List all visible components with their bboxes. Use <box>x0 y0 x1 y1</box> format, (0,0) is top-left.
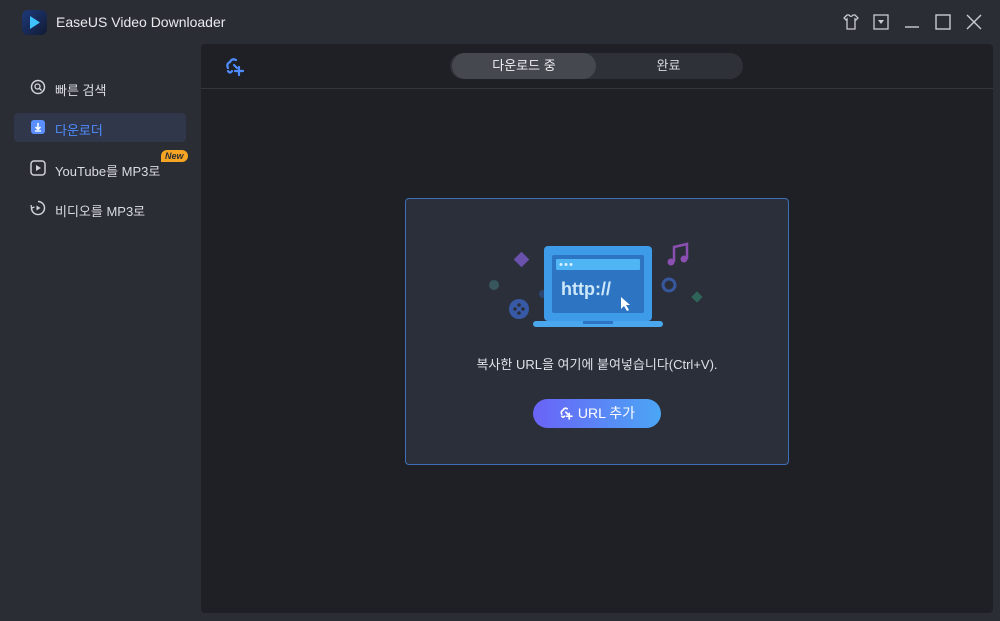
search-icon <box>30 79 46 95</box>
add-url-button[interactable]: URL 추가 <box>533 399 661 428</box>
new-badge: New <box>161 150 188 162</box>
small-diamond-icon <box>691 291 703 303</box>
downloader-icon <box>31 120 45 134</box>
laptop-illustration: http:// <box>489 242 703 327</box>
app-title: EaseUS Video Downloader <box>56 14 226 30</box>
minimize-icon[interactable] <box>902 12 922 32</box>
skin-icon[interactable] <box>841 12 861 32</box>
disc-icon <box>661 277 677 293</box>
sidebar-item-label: YouTube를 MP3로 <box>55 164 161 179</box>
main-header: 다운로드 중 완료 <box>201 44 993 89</box>
add-url-button-label: URL 추가 <box>577 405 636 421</box>
sidebar-item-downloader[interactable]: 다운로더 <box>14 113 186 142</box>
tab-downloading[interactable]: 다운로드 중 <box>452 53 596 79</box>
dot-icon <box>489 280 499 290</box>
sidebar: 빠른 검색 다운로더 YouTube를 MP3로 New 비디오를 MP3로 <box>0 44 200 621</box>
download-tabs: 다운로드 중 완료 <box>450 53 743 79</box>
add-url-icon[interactable] <box>224 56 246 78</box>
add-url-icon <box>560 407 573 420</box>
app-logo <box>22 10 47 35</box>
maximize-icon[interactable] <box>933 12 953 32</box>
youtube-play-icon <box>30 160 46 176</box>
paste-hint: 복사한 URL을 여기에 붙여넣습니다(Ctrl+V). <box>476 357 718 372</box>
sidebar-item-quick-search[interactable]: 빠른 검색 <box>14 73 186 102</box>
url-drop-area[interactable]: http:// 복사한 URL을 여기에 붙여넣습니다(Ctrl+V). URL… <box>405 198 789 465</box>
tab-completed[interactable]: 완료 <box>596 53 741 79</box>
gamepad-icon <box>509 299 529 319</box>
sidebar-item-label: 빠른 검색 <box>55 83 107 98</box>
menu-icon[interactable] <box>871 12 891 32</box>
diamond-icon <box>513 251 530 268</box>
play-icon <box>30 16 40 29</box>
sidebar-item-video-to-mp3[interactable]: 비디오를 MP3로 <box>14 194 186 223</box>
title-bar: EaseUS Video Downloader <box>0 0 1000 44</box>
close-icon[interactable] <box>964 12 984 32</box>
main-panel: 다운로드 중 완료 http:// 복사한 URL을 여기에 붙여넣습니다(Ct… <box>201 44 993 613</box>
sidebar-item-label: 비디오를 MP3로 <box>55 204 146 219</box>
http-text: http:// <box>561 279 611 299</box>
video-convert-icon <box>30 200 46 216</box>
sidebar-item-label: 다운로더 <box>55 123 103 138</box>
